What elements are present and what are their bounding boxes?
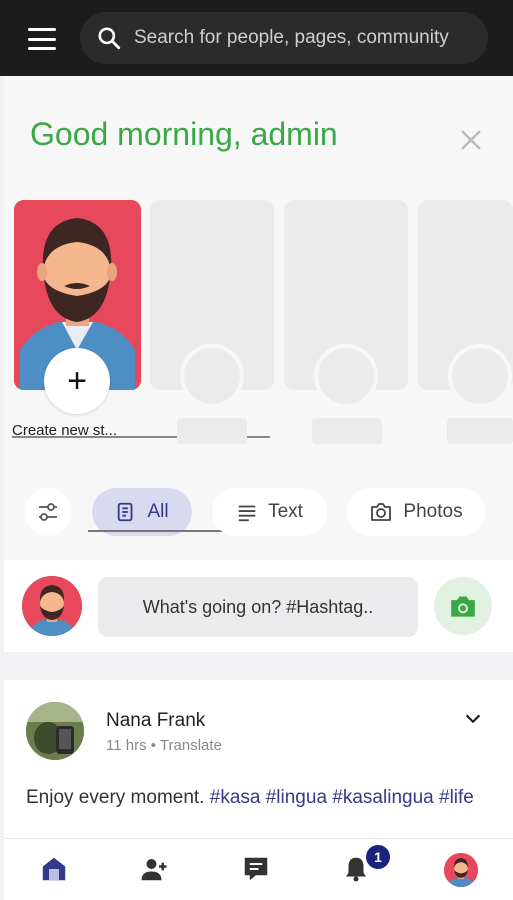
hamburger-menu-icon[interactable] — [22, 24, 62, 54]
nav-messages[interactable] — [238, 851, 274, 887]
post-body: Enjoy every moment. #kasa #lingua #kasal… — [26, 784, 486, 812]
compose-input[interactable]: What's going on? #Hashtag.. — [98, 577, 418, 637]
home-icon — [42, 857, 66, 881]
search-icon — [98, 27, 121, 50]
filter-chip-label: All — [147, 501, 169, 522]
filter-chip-all[interactable]: All — [92, 488, 192, 536]
avatar[interactable] — [26, 702, 84, 760]
hashtag-link[interactable]: #life — [439, 787, 474, 808]
post-text: Enjoy every moment. — [26, 787, 210, 808]
story-placeholder-avatar — [180, 344, 244, 408]
story-placeholder-label — [447, 418, 513, 444]
hashtag-link[interactable]: #lingua — [266, 787, 327, 808]
add-story-plus-icon[interactable]: + — [44, 348, 110, 414]
avatar[interactable] — [22, 576, 82, 636]
camera-icon — [371, 503, 392, 521]
search-bar[interactable] — [80, 12, 488, 64]
nav-add-friend[interactable] — [136, 851, 172, 887]
greeting-title: Good morning, admin — [30, 116, 338, 152]
message-icon — [244, 857, 268, 881]
filter-chip-label: Photos — [403, 501, 463, 522]
post-author[interactable]: Nana Frank — [106, 710, 205, 732]
filter-sliders-icon — [39, 503, 57, 521]
story-placeholder-label — [312, 418, 382, 444]
post-composer: What's going on? #Hashtag.. — [4, 560, 513, 652]
camera-icon — [451, 596, 475, 617]
story-placeholder-label — [177, 418, 247, 444]
chevron-down-icon[interactable] — [462, 708, 484, 730]
hashtag-link[interactable]: #kasa — [210, 787, 261, 808]
post-meta: 11 hrs • Translate — [106, 737, 222, 754]
avatar[interactable] — [444, 853, 478, 887]
story-placeholder-avatar — [314, 344, 378, 408]
translate-link[interactable]: Translate — [160, 737, 222, 754]
hashtag-link[interactable]: #kasalingua — [332, 787, 433, 808]
filter-chip-photos[interactable]: Photos — [346, 488, 486, 536]
notification-badge: 1 — [366, 845, 390, 869]
feed-post: Nana Frank 11 hrs • Translate Enjoy ever… — [4, 680, 513, 838]
top-bar — [0, 0, 513, 76]
bottom-nav: 1 — [4, 838, 513, 900]
search-input[interactable] — [134, 27, 474, 49]
meta-separator: • — [150, 737, 157, 754]
filter-settings-button[interactable] — [24, 488, 72, 536]
story-placeholder-avatar — [448, 344, 512, 408]
filter-chip-label: Text — [268, 501, 303, 522]
text-lines-icon — [238, 505, 256, 522]
add-user-icon — [141, 859, 167, 881]
close-icon[interactable] — [459, 128, 483, 152]
filter-chip-text[interactable]: Text — [212, 488, 327, 536]
camera-button[interactable] — [434, 577, 492, 635]
post-time: 11 hrs — [106, 737, 147, 754]
document-icon — [118, 502, 133, 522]
nav-home[interactable] — [36, 851, 72, 887]
